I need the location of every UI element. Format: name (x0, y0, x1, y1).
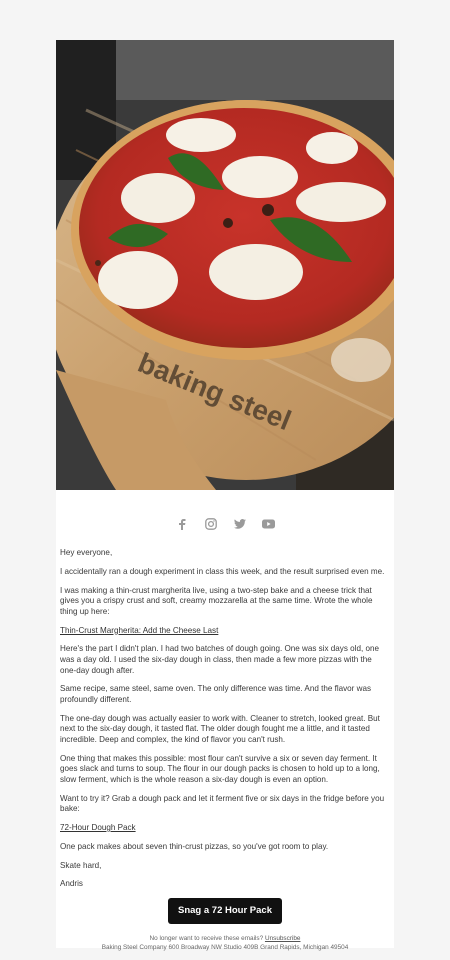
unsubscribe-link[interactable]: Unsubscribe (265, 935, 301, 942)
unsubscribe-line: No longer want to receive these emails? … (56, 934, 394, 943)
recipe-link[interactable]: Thin-Crust Margherita: Add the Cheese La… (60, 626, 218, 635)
youtube-icon[interactable] (262, 517, 276, 531)
social-links (56, 516, 394, 532)
facebook-icon[interactable] (175, 517, 189, 531)
paragraph-5: The one-day dough was actually easier to… (60, 713, 380, 744)
email-body: Hey everyone, I accidentally ran a dough… (56, 532, 394, 890)
email-card: baking steel Hey everyone, I accidentall… (56, 40, 394, 951)
footer: No longer want to receive these emails? … (56, 934, 394, 952)
paragraph-3: Here's the part I didn't plan. I had two… (60, 644, 379, 675)
instagram-icon[interactable] (204, 517, 218, 531)
company-address: Baking Steel Company 600 Broadway NW Stu… (101, 944, 349, 952)
paragraph-8: One pack makes about seven thin-crust pi… (60, 841, 329, 851)
greeting: Hey everyone, (60, 548, 113, 557)
paragraph-1: I accidentally ran a dough experiment in… (60, 566, 385, 576)
paragraph-4: Same recipe, same steel, same oven. The … (60, 684, 372, 704)
pizza-photo: baking steel (56, 40, 394, 490)
paragraph-7: Want to try it? Grab a dough pack and le… (60, 793, 385, 814)
hero-image: baking steel (56, 40, 394, 490)
cta-button[interactable]: Snag a 72 Hour Pack (168, 898, 282, 925)
sender-name: Andris (60, 879, 83, 889)
signoff: Skate hard, (60, 860, 102, 870)
twitter-icon[interactable] (233, 517, 247, 531)
unsubscribe-text: No longer want to receive these emails? (149, 935, 264, 943)
dough-pack-link[interactable]: 72-Hour Dough Pack (60, 823, 136, 832)
paragraph-6: One thing that makes this possible: most… (60, 753, 380, 784)
paragraph-2: I was making a thin-crust margherita liv… (60, 585, 373, 616)
